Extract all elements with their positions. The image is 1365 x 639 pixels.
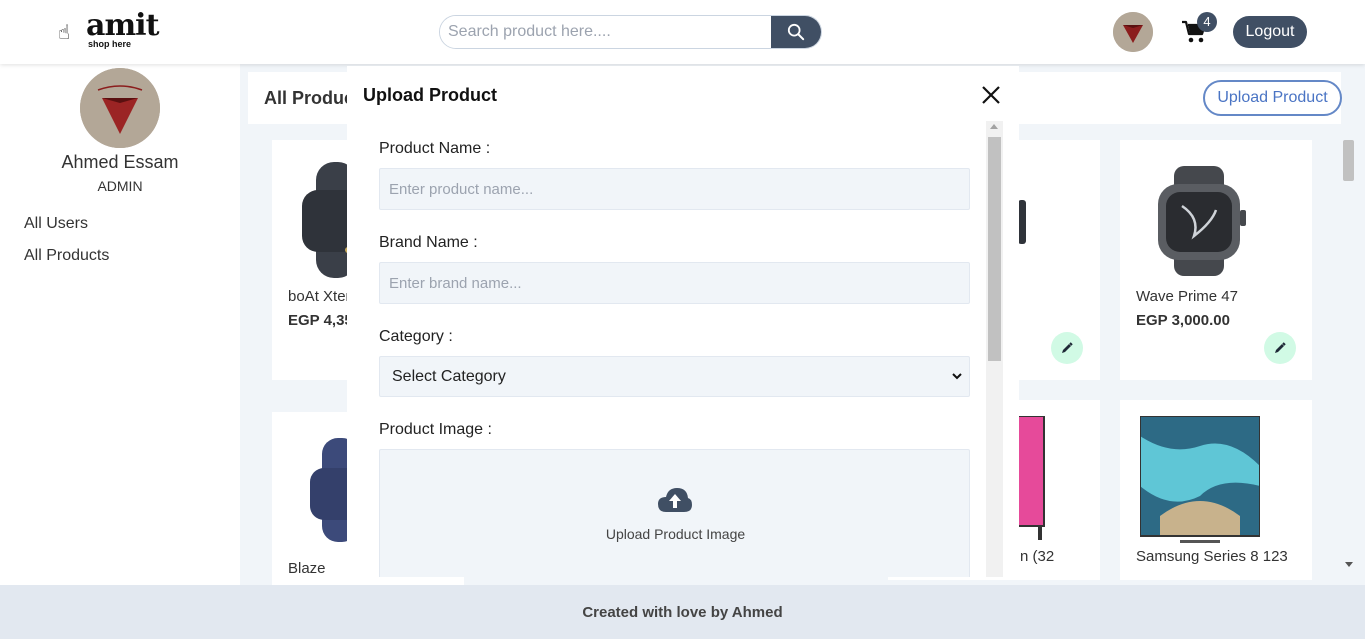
user-role: ADMIN (97, 178, 143, 194)
search-bar (439, 15, 822, 49)
upload-product-modal: Upload Product Product Name : Brand Name… (347, 66, 1019, 577)
product-image-dropzone[interactable]: Upload Product Image (379, 449, 970, 577)
search-icon (787, 23, 805, 41)
product-name: Wave Prime 47 (1136, 288, 1238, 305)
footer-text: Created with love by Ahmed (582, 604, 783, 621)
product-image (1140, 416, 1260, 543)
brand-name-label: Brand Name : (379, 234, 478, 251)
header-avatar[interactable] (1113, 12, 1153, 52)
product-image-label: Product Image : (379, 421, 492, 438)
category-select[interactable]: Select Category (379, 356, 970, 397)
user-avatar-image (80, 68, 160, 148)
product-name-label: Product Name : (379, 140, 491, 157)
page-scrollbar[interactable] (1341, 127, 1357, 575)
upload-image-text: Upload Product Image (605, 526, 746, 542)
modal-scrollbar-thumb[interactable] (988, 137, 1001, 361)
product-card[interactable]: Samsung Series 8 123 (1120, 400, 1312, 580)
pencil-icon (1275, 342, 1286, 353)
modal-scrollbar[interactable] (986, 121, 1003, 577)
profile-avatar (80, 68, 160, 148)
sidebar: Ahmed Essam ADMIN All Users All Products (0, 64, 240, 585)
sidebar-item-all-users[interactable]: All Users (24, 215, 88, 233)
user-avatar-image (1113, 12, 1153, 52)
sidebar-item-all-products[interactable]: All Products (24, 247, 109, 265)
user-name: Ahmed Essam (61, 152, 179, 172)
logo-text: amit (86, 8, 159, 43)
hand-pointer-icon: ☝ (58, 22, 71, 44)
logo[interactable]: ☝ amit shop here (58, 8, 159, 52)
search-button[interactable] (771, 16, 821, 48)
product-name: Samsung Series 8 123 (1136, 548, 1288, 565)
brand-name-input[interactable] (379, 262, 970, 304)
category-label: Category : (379, 328, 453, 345)
modal-title: Upload Product (363, 85, 497, 105)
category-select-value: Select Category (392, 368, 506, 385)
product-name-input[interactable] (379, 168, 970, 210)
product-image (1018, 200, 1026, 244)
edit-product-button[interactable] (1051, 332, 1083, 364)
product-price: EGP 3,000.00 (1136, 312, 1230, 329)
logout-button[interactable]: Logout (1233, 16, 1307, 48)
product-name: Blaze (288, 560, 326, 577)
header: ☝ amit shop here 4 Logout (0, 0, 1365, 64)
product-name: n (32 (1020, 548, 1055, 565)
upload-product-button[interactable]: Upload Product (1203, 80, 1342, 116)
chevron-down-icon (952, 373, 962, 380)
cart-count-badge: 4 (1197, 12, 1217, 32)
scroll-up-arrow-icon[interactable] (990, 124, 998, 129)
pencil-icon (1062, 342, 1073, 353)
product-image (1158, 166, 1246, 276)
product-image (1016, 416, 1045, 540)
close-icon (982, 86, 1000, 104)
search-input[interactable] (440, 16, 771, 48)
scrollbar-thumb[interactable] (1343, 140, 1354, 181)
scroll-down-arrow-icon[interactable] (1345, 562, 1353, 567)
logo-tagline: shop here (88, 39, 132, 49)
edit-product-button[interactable] (1264, 332, 1296, 364)
close-button[interactable] (979, 83, 1003, 107)
product-card[interactable]: Wave Prime 47 EGP 3,000.00 (1120, 140, 1312, 380)
footer: Created with love by Ahmed (0, 585, 1365, 639)
cloud-upload-icon (658, 488, 692, 512)
